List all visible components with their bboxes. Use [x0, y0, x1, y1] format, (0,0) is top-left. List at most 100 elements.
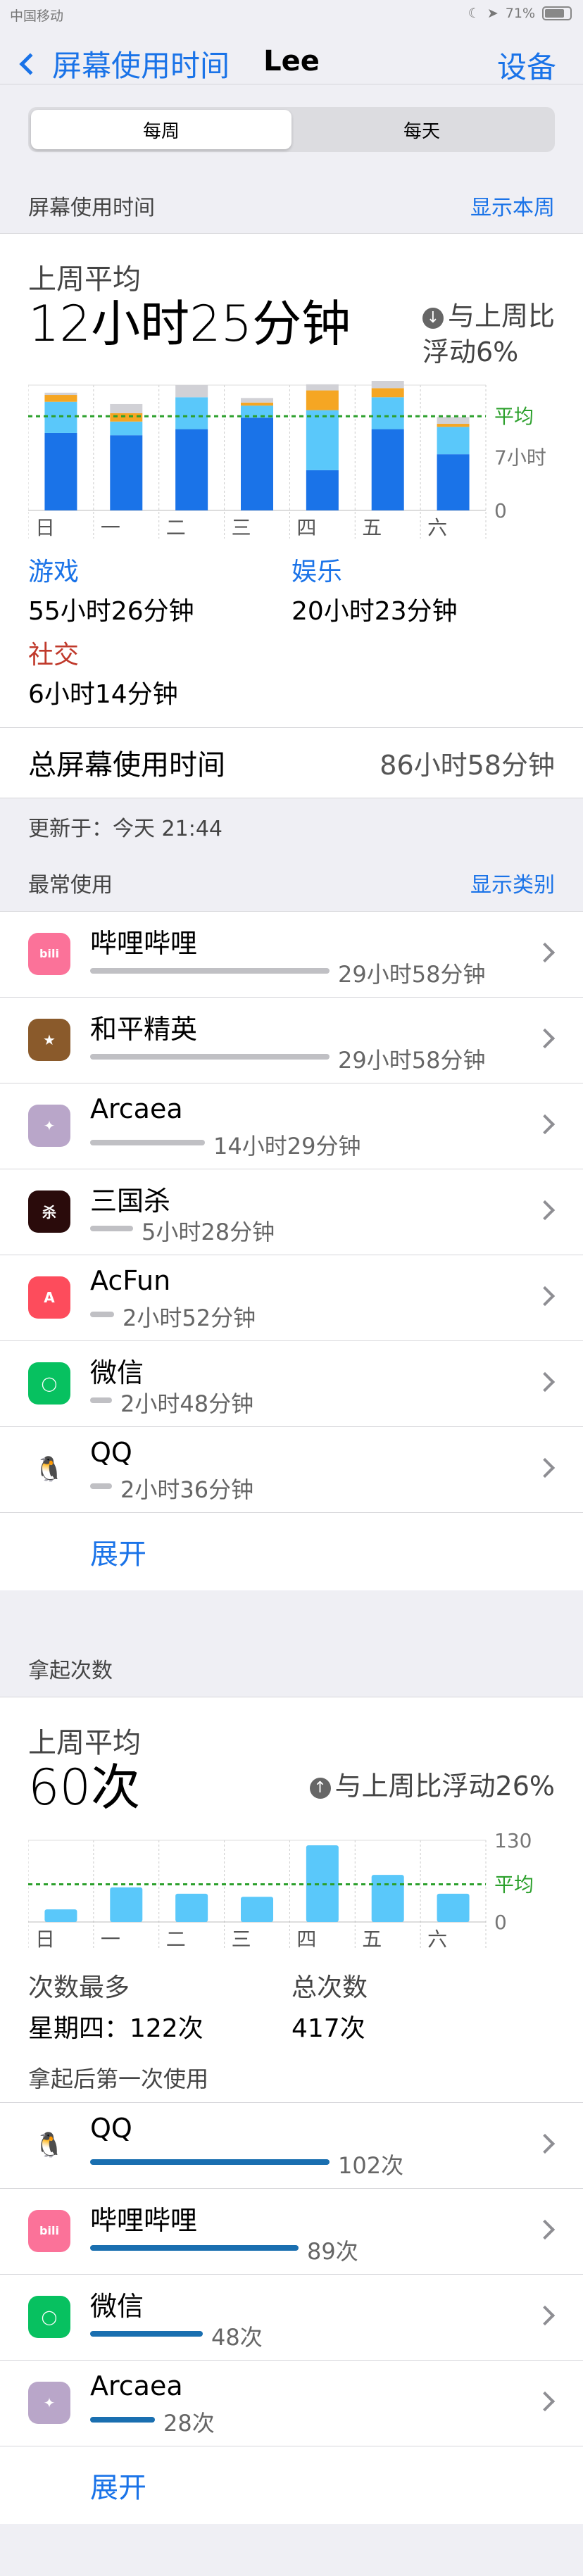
arrow-down-icon: ↓ — [422, 308, 444, 329]
chevron-right-icon — [534, 2219, 556, 2239]
most-used-title: 最常使用 — [28, 873, 113, 898]
bar-segment — [437, 453, 470, 510]
x-tick-label: 五 — [362, 1928, 382, 1951]
pickups-comparison: ↑ 与上周比浮动26% — [309, 1768, 555, 1814]
most-used-list: bili 哔哩哔哩 29小时58分钟 ★ 和平精英 29小时58分钟 ✦ Arcaea 14小时… — [0, 911, 583, 1590]
location-icon: ➤ — [487, 6, 499, 21]
usage-bar — [90, 2330, 203, 2337]
bar-segment — [241, 417, 273, 510]
usage-bar — [90, 1139, 205, 1145]
weekly-average-value: 12小时25分钟 — [28, 295, 351, 353]
chevron-right-icon — [534, 1457, 556, 1478]
screen-time-card: 上周平均 12小时25分钟 ↓ 与上周比 浮动6% 日 一 二 三 四 五 六 平均 7小时 0 游… — [0, 234, 583, 798]
usage-bar — [90, 1397, 112, 1403]
bar-segment — [44, 401, 77, 433]
bar-segment — [44, 394, 77, 402]
chevron-right-icon — [534, 2391, 556, 2411]
app-row[interactable]: 🐧 QQ 102次 — [0, 2103, 583, 2189]
category-legend: 游戏 55小时26分钟 娱乐 20小时23分钟 社交 6小时14分钟 — [0, 547, 583, 727]
usage-bar — [90, 2416, 155, 2423]
y-tick-label: 0 — [494, 499, 507, 522]
category-games: 游戏 55小时26分钟 — [28, 551, 292, 627]
app-row[interactable]: ◯ 微信 48次 — [0, 2275, 583, 2361]
week-comparison: ↓ 与上周比 浮动6% — [422, 234, 555, 371]
y-tick-label: 0 — [494, 1911, 507, 1934]
bilibili-icon: bili — [28, 2209, 70, 2252]
bar — [110, 1887, 143, 1922]
bar-segment — [110, 413, 143, 422]
app-usage-value: 29小时58分钟 — [338, 960, 486, 988]
bar-segment — [371, 396, 404, 429]
comparison-line1: 与上周比 — [447, 301, 555, 332]
arcaea-icon: ✦ — [28, 2381, 70, 2424]
expand-button[interactable]: 展开 — [0, 2446, 583, 2524]
bar-segment — [241, 397, 273, 403]
segment-wrap: 每周 每天 — [0, 84, 583, 177]
screen-time-section-title: 屏幕使用时间 — [28, 195, 155, 220]
app-row[interactable]: bili 哔哩哔哩 29小时58分钟 — [0, 912, 583, 998]
bar-segment — [437, 426, 470, 454]
app-row[interactable]: 🐧 QQ 2小时36分钟 — [0, 1427, 583, 1513]
bar-segment — [110, 421, 143, 435]
screen-time-header: 屏幕使用时间 显示本周 — [0, 177, 583, 234]
app-row[interactable]: ◯ 微信 2小时48分钟 — [0, 1341, 583, 1427]
usage-bar — [90, 1483, 112, 1489]
chevron-right-icon — [534, 1200, 556, 1220]
pickups-average-label: 上周平均 — [28, 1726, 141, 1759]
moon-icon: ☾ — [468, 6, 480, 21]
app-usage-value: 48次 — [211, 2323, 263, 2351]
bar-segment — [306, 410, 339, 470]
bar-segment — [306, 470, 339, 510]
app-row[interactable]: 杀三国杀 5小时28分钟 — [0, 1169, 583, 1255]
bar-segment — [175, 396, 208, 429]
usage-bar — [90, 1311, 114, 1317]
app-usage-value: 89次 — [307, 2237, 358, 2265]
segment-weekly[interactable]: 每周 — [31, 110, 292, 149]
show-this-week-link[interactable]: 显示本周 — [470, 190, 555, 221]
qq-icon: 🐧 — [28, 1447, 70, 1490]
x-tick-label: 四 — [296, 516, 316, 539]
app-row[interactable]: ★ 和平精英 29小时58分钟 — [0, 998, 583, 1083]
show-categories-link[interactable]: 显示类别 — [470, 867, 555, 898]
app-name: QQ — [90, 1436, 132, 1468]
app-name: 三国杀 — [90, 1185, 171, 1217]
bar-segment — [175, 384, 208, 397]
app-name: Arcaea — [90, 2370, 183, 2401]
bar-segment — [44, 432, 77, 510]
app-usage-value: 2小时36分钟 — [120, 1476, 254, 1503]
comparison-line2: 浮动6% — [422, 337, 519, 368]
bar-segment — [241, 402, 273, 406]
app-name: 微信 — [90, 2290, 144, 2322]
app-row[interactable]: A AcFun 2小时52分钟 — [0, 1255, 583, 1341]
app-row[interactable]: ✦ Arcaea 28次 — [0, 2361, 583, 2446]
peace-elite-icon: ★ — [28, 1018, 70, 1061]
pickups-stats: 次数最多 星期四：122次 总次数 417次 — [0, 1957, 583, 2044]
pickups-compare-text: 与上周比浮动26% — [334, 1771, 555, 1802]
bar — [437, 1893, 470, 1922]
app-usage-value: 2小时48分钟 — [120, 1390, 254, 1417]
bar — [241, 1896, 273, 1922]
app-usage-value: 5小时28分钟 — [142, 1218, 275, 1245]
chevron-right-icon — [534, 1371, 556, 1392]
bar — [175, 1893, 208, 1922]
navigation-bar: 屏幕使用时间 Lee 设备 — [0, 28, 583, 84]
app-usage-value: 28次 — [163, 2409, 215, 2437]
segment-daily[interactable]: 每天 — [292, 110, 552, 149]
arcaea-icon: ✦ — [28, 1104, 70, 1147]
bar-segment — [306, 390, 339, 410]
app-row[interactable]: ✦ Arcaea 14小时29分钟 — [0, 1083, 583, 1169]
x-tick-label: 日 — [35, 516, 55, 539]
bar-segment — [110, 434, 143, 510]
battery-icon — [542, 6, 572, 20]
bar-segment — [44, 392, 77, 395]
page-title: Lee — [263, 45, 320, 77]
expand-button[interactable]: 展开 — [0, 1513, 583, 1590]
x-tick-label: 一 — [101, 516, 120, 539]
devices-button[interactable]: 设备 — [497, 44, 556, 87]
qq-icon: 🐧 — [28, 2123, 70, 2166]
most-pickups-value: 星期四：122次 — [28, 2013, 203, 2043]
app-row[interactable]: bili 哔哩哔哩 89次 — [0, 2189, 583, 2275]
chevron-right-icon — [534, 942, 556, 962]
bar-segment — [371, 387, 404, 397]
chevron-right-icon — [534, 1028, 556, 1048]
